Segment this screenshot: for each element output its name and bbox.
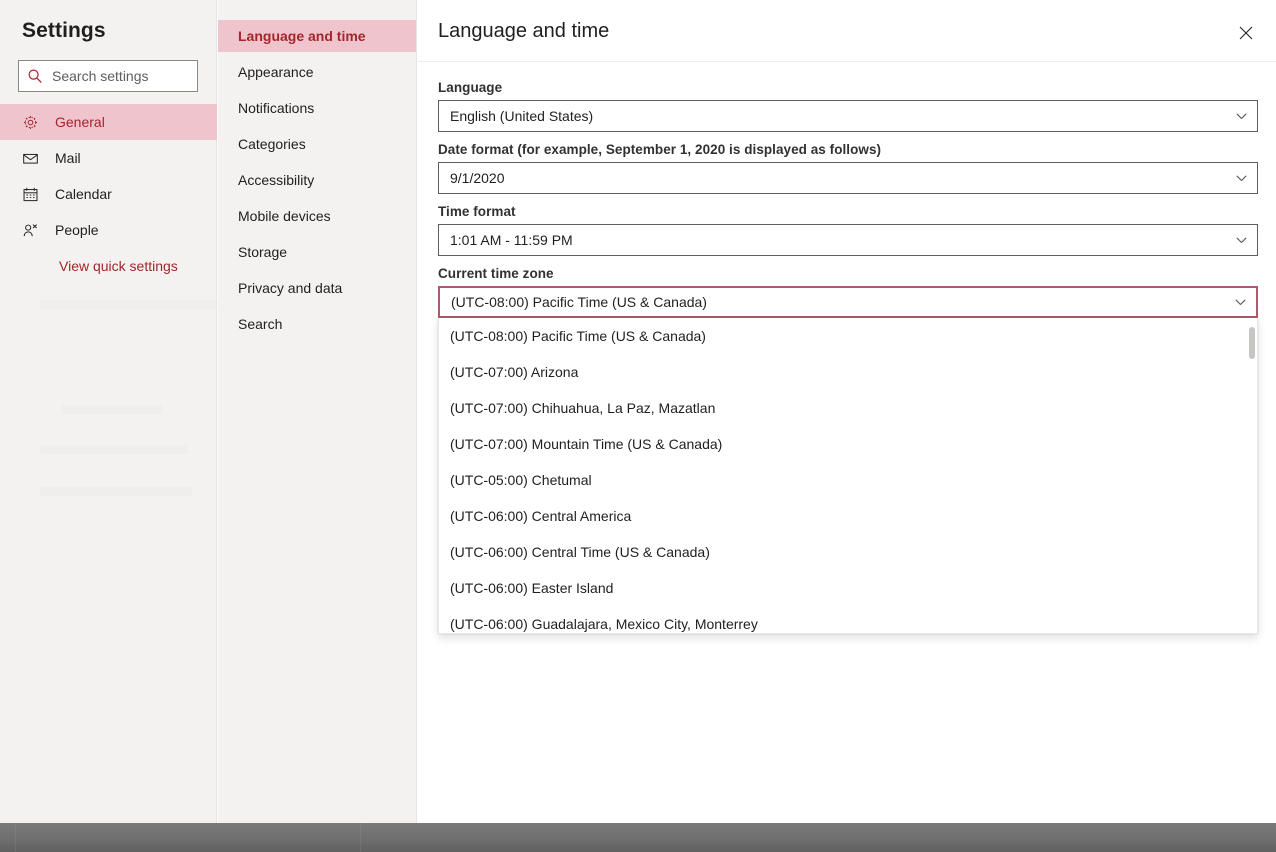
- category-item-label: Search: [238, 316, 283, 332]
- date-format-value: 9/1/2020: [450, 170, 505, 186]
- view-quick-settings-link[interactable]: View quick settings: [59, 258, 178, 274]
- time-zone-options-list: (UTC-08:00) Pacific Time (US & Canada) (…: [438, 318, 1258, 634]
- time-zone-value: (UTC-08:00) Pacific Time (US & Canada): [451, 294, 707, 310]
- list-item[interactable]: (UTC-08:00) Pacific Time (US & Canada): [439, 318, 1257, 354]
- category-item-label: Privacy and data: [238, 280, 343, 296]
- sidebar-item-mail[interactable]: Mail: [0, 140, 217, 176]
- language-value: English (United States): [450, 108, 594, 124]
- language-dropdown[interactable]: English (United States): [438, 100, 1258, 132]
- sidebar-item-people[interactable]: People: [0, 212, 217, 248]
- chevron-down-icon: [1235, 234, 1248, 247]
- sidebar-item-label: Mail: [55, 150, 81, 166]
- taskbar-segment: [361, 823, 1276, 852]
- detail-header: Language and time: [418, 0, 1276, 62]
- category-item-label: Language and time: [238, 28, 366, 44]
- language-and-time-form: Language English (United States) Date fo…: [438, 80, 1258, 634]
- date-format-dropdown[interactable]: 9/1/2020: [438, 162, 1258, 194]
- list-item[interactable]: (UTC-06:00) Central America: [439, 498, 1257, 534]
- category-item-label: Notifications: [238, 100, 315, 116]
- category-item-categories[interactable]: Categories: [218, 128, 416, 160]
- search-input[interactable]: Search settings: [18, 60, 198, 92]
- taskbar-segment: [0, 823, 16, 852]
- date-format-label: Date format (for example, September 1, 2…: [438, 142, 882, 157]
- close-button[interactable]: [1230, 17, 1262, 49]
- category-list: Language and time Appearance Notificatio…: [218, 0, 416, 340]
- search-placeholder: Search settings: [52, 68, 149, 84]
- envelope-icon: [22, 150, 39, 167]
- list-item[interactable]: (UTC-07:00) Chihuahua, La Paz, Mazatlan: [439, 390, 1257, 426]
- language-label: Language: [438, 80, 503, 95]
- list-item[interactable]: (UTC-06:00) Central Time (US & Canada): [439, 534, 1257, 570]
- category-item-label: Storage: [238, 244, 288, 260]
- list-item[interactable]: (UTC-06:00) Guadalajara, Mexico City, Mo…: [439, 606, 1257, 633]
- time-format-dropdown[interactable]: 1:01 AM - 11:59 PM: [438, 224, 1258, 256]
- list-item[interactable]: (UTC-07:00) Arizona: [439, 354, 1257, 390]
- category-item-label: Categories: [238, 136, 306, 152]
- category-item-appearance[interactable]: Appearance: [218, 56, 416, 88]
- chevron-down-icon: [1235, 110, 1248, 123]
- taskbar: [0, 823, 1276, 852]
- time-zone-dropdown[interactable]: (UTC-08:00) Pacific Time (US & Canada): [438, 286, 1258, 318]
- list-item[interactable]: (UTC-07:00) Mountain Time (US & Canada): [439, 426, 1257, 462]
- background-ghost-line: [62, 405, 162, 414]
- settings-title: Settings: [22, 19, 106, 42]
- category-item-label: Accessibility: [238, 172, 315, 188]
- list-item[interactable]: (UTC-05:00) Chetumal: [439, 462, 1257, 498]
- background-ghost-line: [40, 487, 192, 496]
- dropdown-scrollbar[interactable]: [1249, 320, 1255, 632]
- close-icon: [1239, 26, 1253, 40]
- category-item-search[interactable]: Search: [218, 308, 416, 340]
- background-ghost-line: [40, 445, 188, 454]
- page-title: Language and time: [438, 20, 610, 42]
- sidebar-item-label: Calendar: [55, 186, 112, 202]
- gear-icon: [22, 114, 39, 131]
- time-format-label: Time format: [438, 204, 516, 219]
- chevron-down-icon: [1235, 172, 1248, 185]
- sidebar-item-label: People: [55, 222, 99, 238]
- settings-sidebar: Settings Search settings General Mail Ca…: [0, 0, 260, 823]
- sidebar-item-calendar[interactable]: Calendar: [0, 176, 217, 212]
- settings-detail-panel: Language and time Language English (Unit…: [418, 0, 1276, 823]
- search-icon: [27, 68, 43, 84]
- people-icon: [22, 222, 39, 239]
- category-item-notifications[interactable]: Notifications: [218, 92, 416, 124]
- settings-category-nav: Language and time Appearance Notificatio…: [218, 0, 417, 823]
- taskbar-segment: [16, 823, 361, 852]
- category-item-label: Mobile devices: [238, 208, 331, 224]
- dropdown-scrollbar-thumb[interactable]: [1249, 327, 1255, 359]
- category-item-label: Appearance: [238, 64, 314, 80]
- category-item-privacy-and-data[interactable]: Privacy and data: [218, 272, 416, 304]
- settings-window: Settings Search settings General Mail Ca…: [0, 0, 1276, 852]
- category-item-mobile-devices[interactable]: Mobile devices: [218, 200, 416, 232]
- calendar-icon: [22, 186, 39, 203]
- chevron-down-icon: [1234, 296, 1247, 309]
- list-item[interactable]: (UTC-06:00) Easter Island: [439, 570, 1257, 606]
- category-item-accessibility[interactable]: Accessibility: [218, 164, 416, 196]
- time-format-value: 1:01 AM - 11:59 PM: [450, 232, 573, 248]
- sidebar-item-general[interactable]: General: [0, 104, 217, 140]
- sidebar-nav-list: General Mail Calendar People: [0, 104, 217, 248]
- sidebar-item-label: General: [55, 114, 105, 130]
- category-item-language-and-time[interactable]: Language and time: [218, 20, 416, 52]
- category-item-storage[interactable]: Storage: [218, 236, 416, 268]
- time-zone-label: Current time zone: [438, 266, 554, 281]
